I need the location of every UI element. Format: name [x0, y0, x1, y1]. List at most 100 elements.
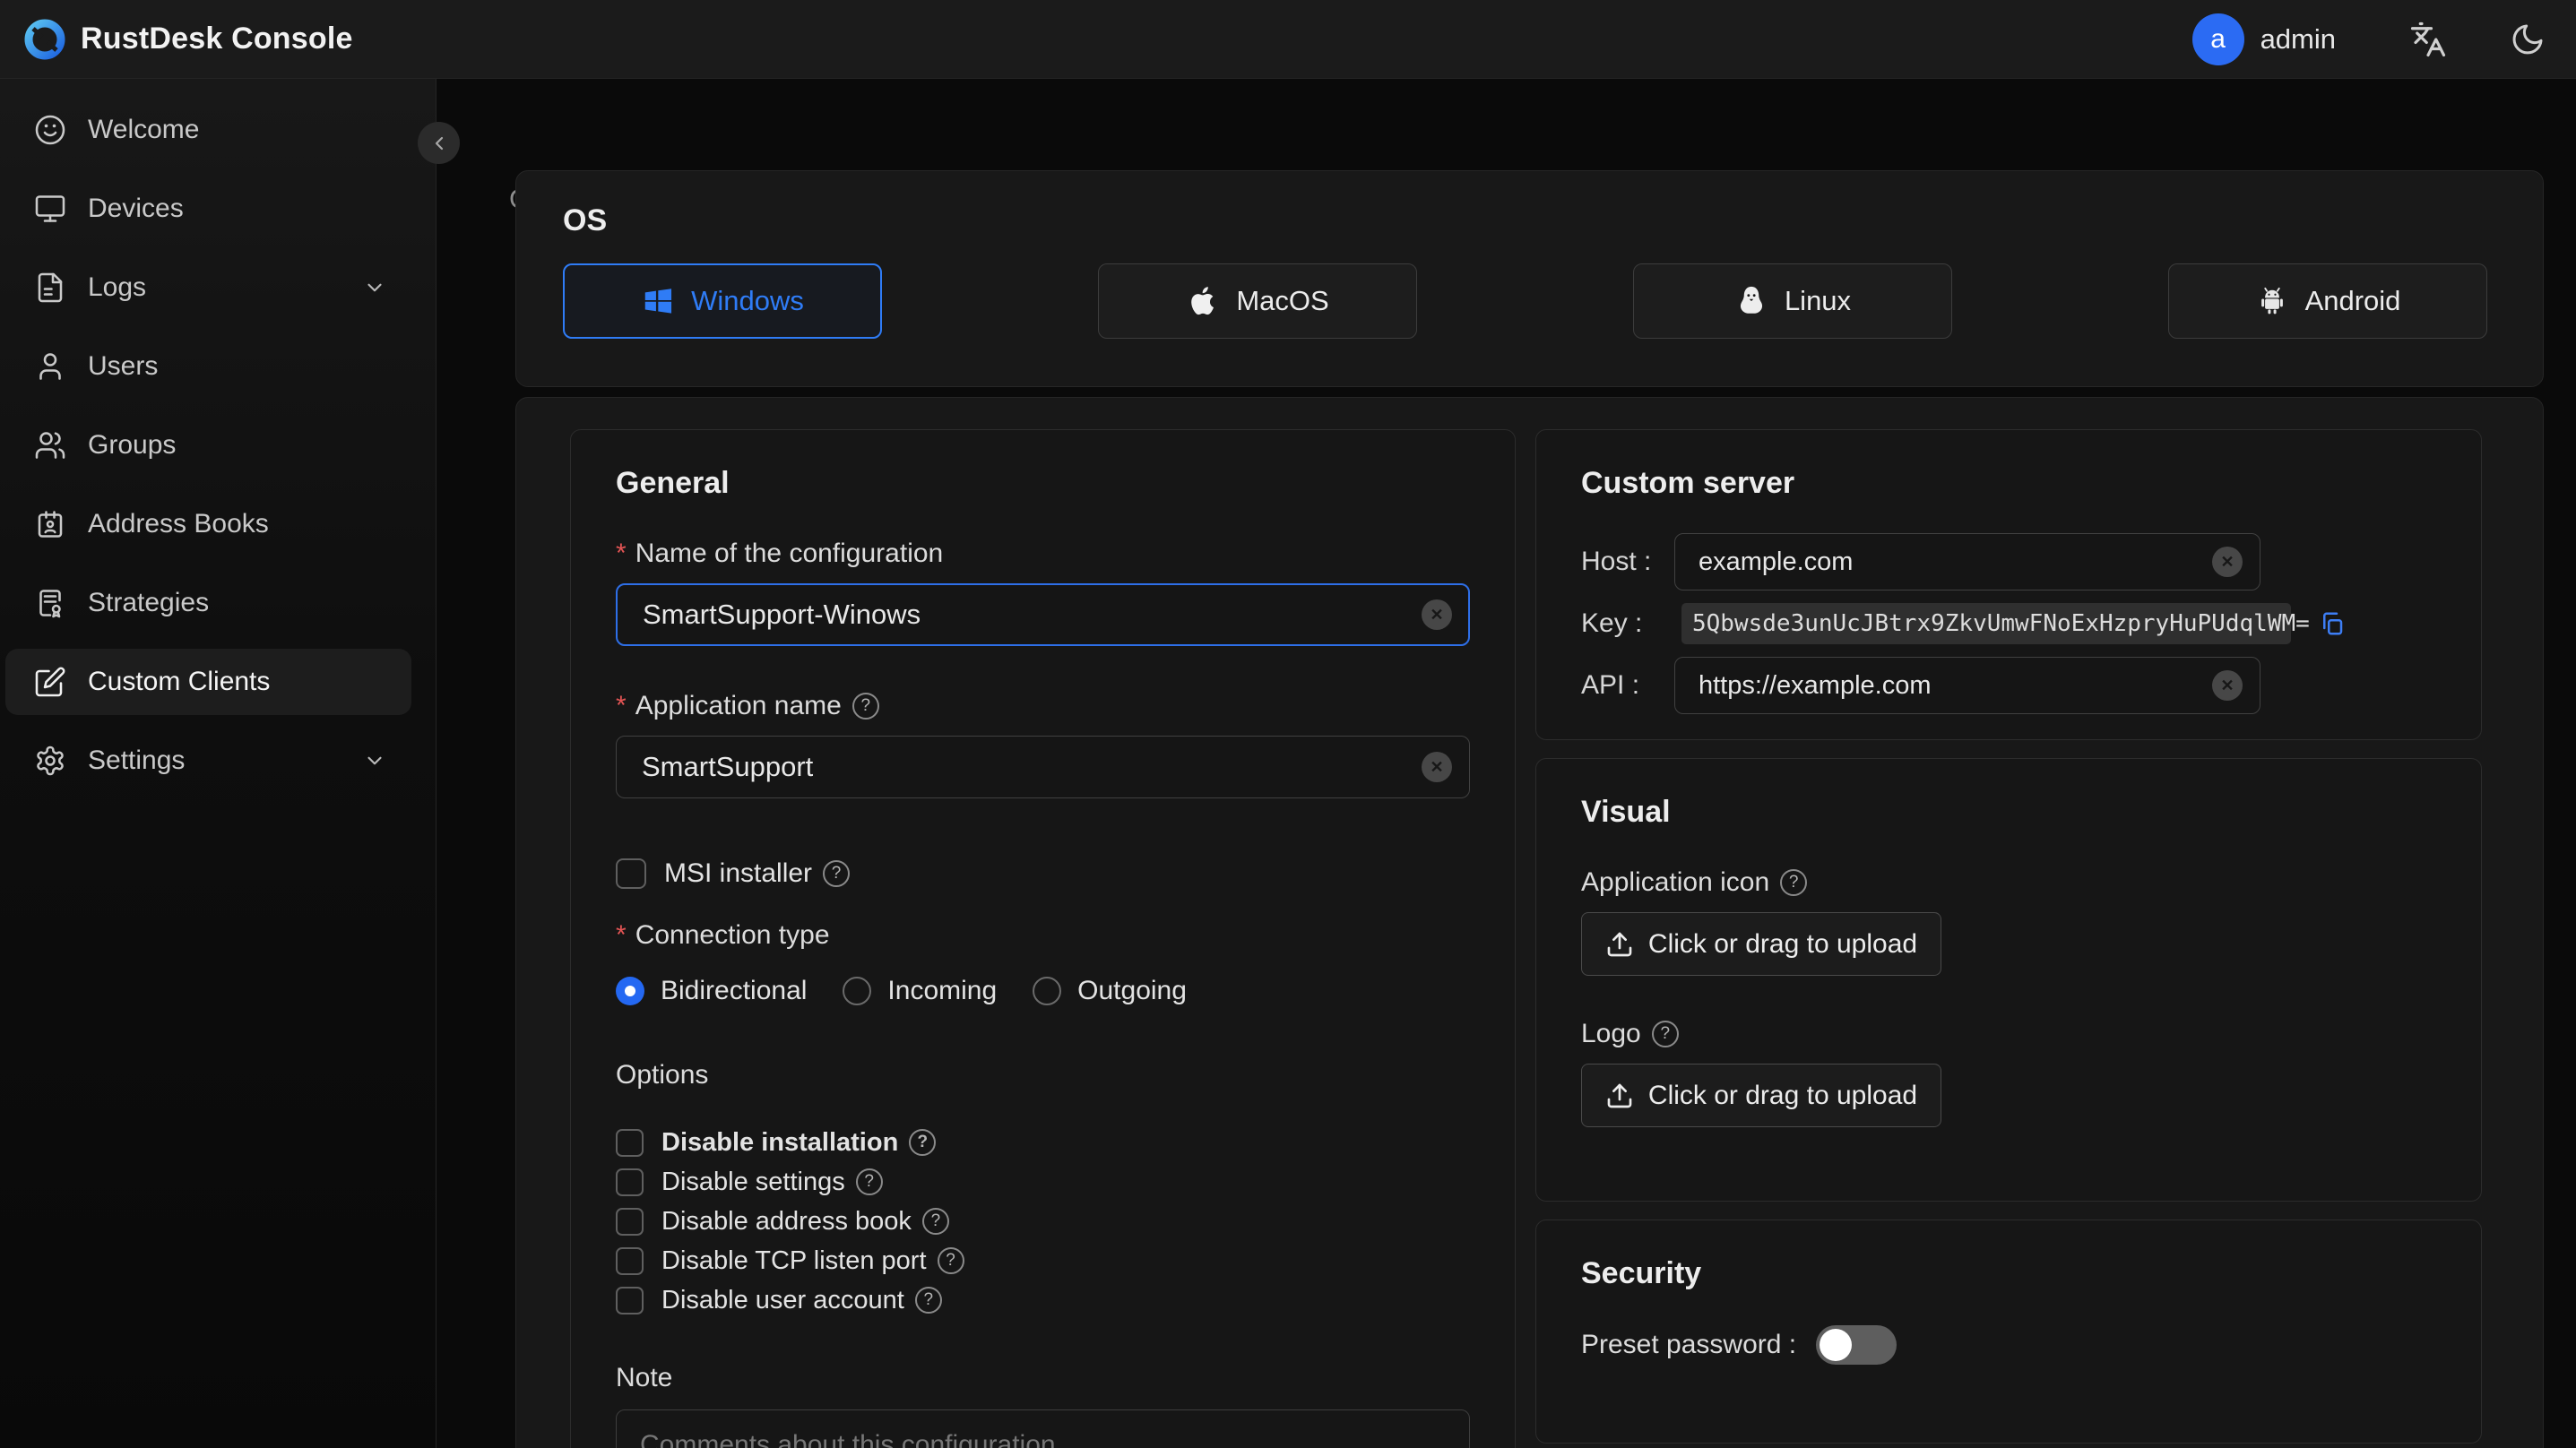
sidebar-collapse-button[interactable]: [418, 122, 460, 164]
chevron-down-icon[interactable]: [363, 276, 386, 299]
upload-button-label: Click or drag to upload: [1647, 1080, 1918, 1110]
msi-installer-checkbox[interactable]: [616, 858, 646, 889]
help-icon[interactable]: [1780, 869, 1808, 896]
app-name-input-wrap: [616, 736, 1470, 798]
host-input[interactable]: [1674, 533, 2260, 590]
edit-icon: [35, 667, 65, 697]
host-row: Host :: [1581, 533, 2436, 590]
host-input-wrap: [1674, 533, 2260, 590]
os-options-row: Windows MacOS Linux Android: [563, 263, 2496, 339]
clear-icon[interactable]: [1422, 752, 1452, 782]
language-button[interactable]: [2409, 21, 2447, 58]
top-header: RustDesk Console a admin: [0, 0, 2576, 79]
sidebar: Welcome Devices Logs Users Groups Addres…: [0, 79, 437, 1448]
configuration-name-input[interactable]: [616, 583, 1470, 646]
sidebar-item-address-books[interactable]: Address Books: [5, 491, 411, 557]
sidebar-item-groups[interactable]: Groups: [5, 412, 411, 478]
option-disable-installation: Disable installation: [616, 1123, 1470, 1162]
user-avatar[interactable]: a: [2191, 13, 2244, 65]
application-name-label: Application name: [616, 691, 1470, 721]
upload-button-label: Click or drag to upload: [1647, 928, 1918, 959]
disable-settings-checkbox[interactable]: [616, 1168, 644, 1196]
configuration-container: General Name of the configuration Applic…: [515, 397, 2544, 1448]
disable-user-account-checkbox[interactable]: [616, 1286, 644, 1314]
preset-password-label: Preset password :: [1581, 1330, 1797, 1359]
help-icon[interactable]: [823, 860, 851, 887]
note-textarea[interactable]: [616, 1409, 1470, 1448]
sidebar-item-logs[interactable]: Logs: [5, 254, 411, 321]
main-content: Custom Clients / Create OS Windows: [437, 79, 2576, 1448]
disable-address-book-checkbox[interactable]: [616, 1207, 644, 1236]
disable-tcp-listen-port-checkbox[interactable]: [616, 1246, 644, 1275]
translate-icon: [2410, 22, 2446, 56]
document-icon: [38, 272, 63, 303]
general-title: General: [616, 466, 730, 500]
radio-selected-icon: [616, 977, 644, 1005]
gear-icon: [37, 746, 64, 776]
option-disable-user-account: Disable user account: [616, 1280, 1470, 1320]
os-option-macos[interactable]: MacOS: [1098, 263, 1417, 339]
user-icon: [39, 353, 61, 380]
application-icon-label-text: Application icon: [1581, 867, 1770, 897]
disable-installation-checkbox[interactable]: [616, 1128, 644, 1157]
connection-type-label: Connection type: [616, 920, 1470, 951]
os-section: OS Windows MacOS Linux Android: [515, 170, 2544, 387]
logo-label-text: Logo: [1581, 1019, 1641, 1048]
moon-icon: [2512, 24, 2543, 54]
os-option-windows[interactable]: Windows: [563, 263, 882, 339]
clear-icon[interactable]: [1422, 599, 1452, 630]
help-icon[interactable]: [909, 1129, 937, 1156]
app-title: RustDesk Console: [81, 22, 353, 56]
security-section: Security Preset password :: [1535, 1220, 2482, 1444]
option-label-text: Disable installation: [661, 1127, 899, 1157]
application-name-label-text: Application name: [635, 691, 842, 720]
dark-mode-button[interactable]: [2510, 22, 2546, 57]
sidebar-item-label: Welcome: [88, 115, 200, 144]
option-label: Disable installation: [661, 1127, 937, 1158]
radio-incoming[interactable]: Incoming: [843, 976, 997, 1006]
option-label: Disable address book: [661, 1207, 949, 1237]
sidebar-item-settings[interactable]: Settings: [5, 728, 411, 794]
general-section: General Name of the configuration Applic…: [570, 429, 1516, 1448]
clear-icon[interactable]: [2212, 670, 2243, 701]
sidebar-item-welcome[interactable]: Welcome: [5, 97, 411, 163]
sidebar-item-label: Logs: [88, 272, 147, 302]
sidebar-item-strategies[interactable]: Strategies: [5, 570, 411, 636]
custom-server-title: Custom server: [1581, 466, 1795, 500]
preset-password-toggle[interactable]: [1816, 1325, 1897, 1365]
os-option-android[interactable]: Android: [2168, 263, 2487, 339]
logo-upload-button[interactable]: Click or drag to upload: [1581, 1064, 1941, 1127]
help-icon[interactable]: [851, 693, 879, 720]
custom-server-rows: Host : Key : 5Qbwsde3unUcJBtrx9ZkvUmwFNo…: [1581, 533, 2436, 714]
option-label: Disable TCP listen port: [661, 1246, 964, 1276]
api-label: API :: [1581, 670, 1640, 700]
sidebar-item-users[interactable]: Users: [5, 333, 411, 400]
chevron-down-icon[interactable]: [363, 749, 386, 772]
sidebar-item-label: Users: [88, 351, 159, 381]
radio-icon: [843, 977, 872, 1005]
os-section-title: OS: [563, 203, 608, 237]
rustdesk-logo-icon: [24, 19, 65, 59]
connection-type-options: Bidirectional Incoming Outgoing: [616, 976, 1470, 1006]
application-icon-label: Application icon: [1581, 867, 2436, 898]
application-icon-upload-button[interactable]: Click or drag to upload: [1581, 912, 1941, 976]
api-input-wrap: [1674, 657, 2260, 714]
sidebar-item-devices[interactable]: Devices: [5, 176, 411, 242]
help-icon[interactable]: [1651, 1021, 1679, 1047]
application-name-input[interactable]: [616, 736, 1470, 798]
key-label: Key :: [1581, 608, 1643, 638]
help-icon[interactable]: [914, 1287, 942, 1314]
radio-label: Incoming: [887, 976, 998, 1005]
upload-icon: [1607, 1083, 1632, 1108]
help-icon[interactable]: [937, 1247, 964, 1274]
api-input[interactable]: [1674, 657, 2260, 714]
help-icon[interactable]: [855, 1168, 883, 1195]
radio-bidirectional[interactable]: Bidirectional: [616, 976, 807, 1006]
radio-outgoing[interactable]: Outgoing: [1033, 976, 1187, 1006]
os-option-linux[interactable]: Linux: [1633, 263, 1952, 339]
copy-button[interactable]: [2319, 610, 2346, 637]
clear-icon[interactable]: [2212, 547, 2243, 577]
help-icon[interactable]: [921, 1208, 949, 1235]
logo-label: Logo: [1581, 1019, 2436, 1049]
sidebar-item-custom-clients[interactable]: Custom Clients: [5, 649, 411, 715]
